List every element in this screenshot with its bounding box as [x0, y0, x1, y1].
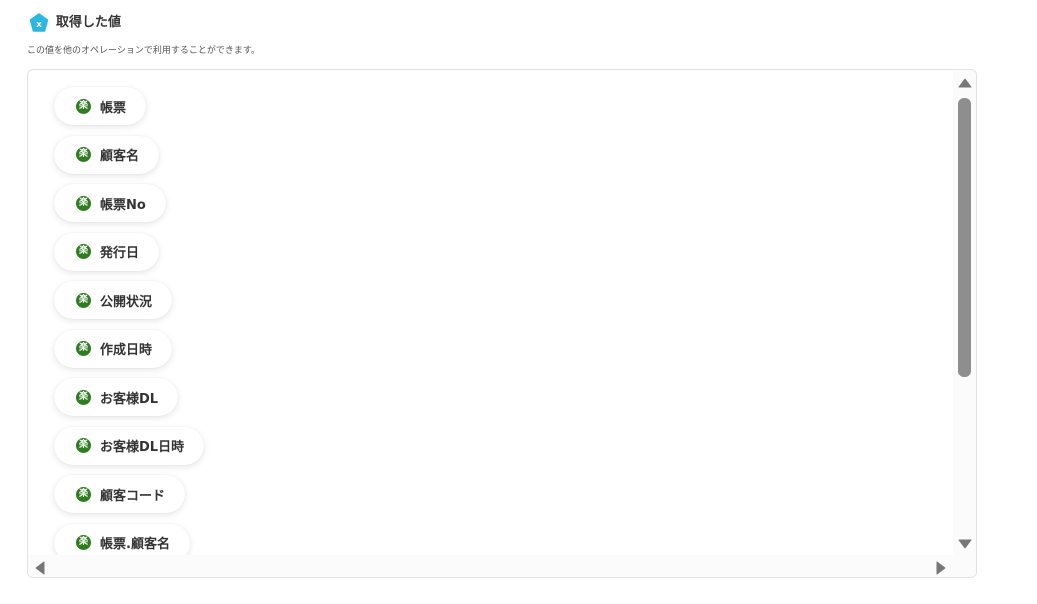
section-description: この値を他のオペレーションで利用することができます。 [27, 46, 260, 56]
svg-text:x: x [36, 20, 42, 30]
rakuten-raku-icon: 楽 [76, 389, 91, 405]
section-title: 取得した値 [56, 15, 122, 30]
value-chip[interactable]: 楽発行日 [54, 232, 160, 271]
value-chip[interactable]: 楽公開状況 [54, 281, 173, 319]
rakuten-raku-icon: 楽 [76, 195, 91, 211]
scroll-up-arrow-icon[interactable] [958, 78, 972, 88]
value-chip-label: 発行日 [100, 246, 140, 261]
value-chip[interactable]: 楽帳票.顧客名 [54, 523, 190, 555]
value-chip-label: 作成日時 [100, 343, 153, 358]
value-chip[interactable]: 楽作成日時 [54, 329, 173, 368]
rakuten-raku-icon: 楽 [76, 98, 91, 114]
values-list: 楽帳票楽顧客名楽帳票No 楽発行日楽公開状況楽作成日時楽お客様DL 楽お客様DL日時… [28, 70, 953, 555]
value-chip[interactable]: 楽顧客名 [54, 135, 160, 174]
scroll-left-arrow-icon[interactable] [35, 561, 45, 575]
value-chip-label: 帳票.顧客名 [100, 537, 170, 552]
value-chip-label: お客様DL [100, 391, 159, 407]
section-header: x 取得した値 [29, 13, 121, 33]
values-panel: 楽帳票楽顧客名楽帳票No 楽発行日楽公開状況楽作成日時楽お客様DL 楽お客様DL日時… [27, 69, 977, 578]
rakuten-raku-icon: 楽 [76, 147, 91, 162]
value-chip[interactable]: 楽お客様DL [54, 378, 179, 416]
value-chip-label: 帳票No [100, 197, 146, 213]
vertical-scrollbar[interactable] [953, 70, 976, 555]
rakuten-raku-icon: 楽 [76, 292, 91, 308]
value-chip-label: お客様DL日時 [100, 440, 185, 455]
scroll-right-arrow-icon[interactable] [936, 561, 946, 575]
rakuten-raku-icon: 楽 [76, 244, 91, 259]
value-chip-label: 顧客名 [100, 149, 140, 164]
rakuten-raku-icon: 楽 [76, 341, 91, 356]
value-chip[interactable]: 楽帳票 [54, 87, 147, 125]
rakuten-raku-icon: 楽 [76, 535, 91, 550]
rakuten-raku-icon: 楽 [76, 486, 91, 502]
value-chip-label: 公開状況 [100, 294, 153, 310]
variable-x-hexagon-icon: x [29, 13, 49, 32]
value-chip[interactable]: 楽帳票No [54, 184, 166, 222]
vertical-scrollbar-thumb[interactable] [958, 98, 971, 377]
rakuten-raku-icon: 楽 [76, 438, 91, 453]
scroll-down-arrow-icon[interactable] [958, 539, 972, 549]
value-chip[interactable]: 楽顧客コード [54, 475, 186, 513]
horizontal-scrollbar[interactable] [28, 555, 976, 577]
value-chip-label: 帳票 [100, 100, 127, 116]
value-chip-label: 顧客コード [100, 488, 166, 504]
value-chip[interactable]: 楽お客様DL日時 [54, 426, 205, 465]
